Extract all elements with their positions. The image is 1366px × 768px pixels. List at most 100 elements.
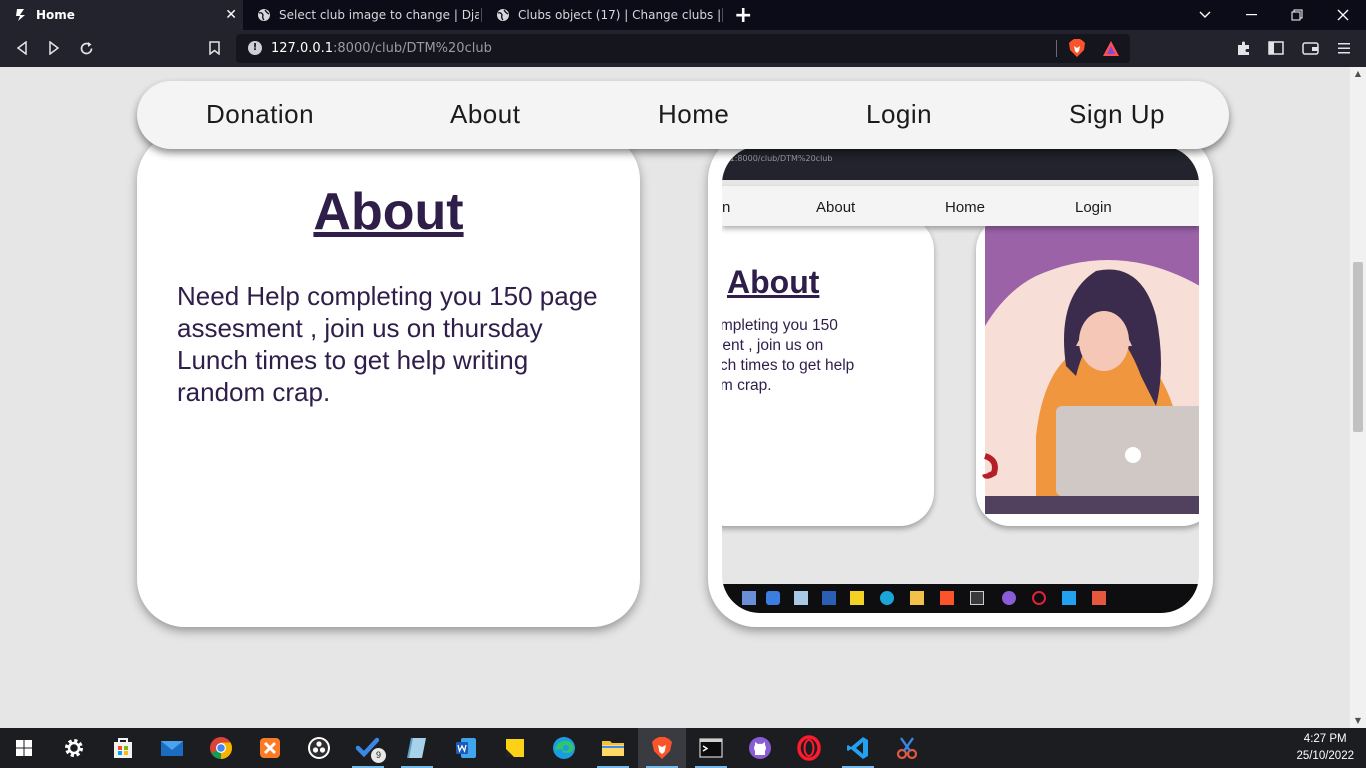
nav-about[interactable]: About <box>450 99 520 130</box>
browser-toolbar: ! 127.0.0.1:8000/club/DTM%20club <box>0 30 1366 67</box>
taskbar-sticky-notes[interactable] <box>491 728 539 768</box>
taskbar-settings[interactable] <box>50 728 98 768</box>
taskbar-word[interactable] <box>442 728 490 768</box>
system-clock[interactable]: 4:27 PM 25/10/2022 <box>1296 731 1354 765</box>
about-heading: About <box>313 183 464 241</box>
embedded-nav-item: About <box>816 199 856 216</box>
terminal-icon <box>699 738 723 758</box>
wallet-icon[interactable] <box>1300 38 1320 58</box>
web-page: Donation About Home Login Sign Up About … <box>0 67 1350 728</box>
windows-taskbar: 9 4:27 PM 25/10/2022 <box>0 728 1366 768</box>
embedded-taskbar-icon <box>970 591 984 605</box>
chrome-icon <box>210 737 232 759</box>
embedded-nav: n About Home Login <box>722 186 1199 226</box>
about-body: Need Help completing you 150 page assesm… <box>177 281 598 407</box>
close-tab-icon[interactable]: ✕ <box>225 7 237 23</box>
url-host: 127.0.0.1 <box>271 41 334 56</box>
taskbar-terminal[interactable] <box>687 728 735 768</box>
edge-icon <box>553 737 575 759</box>
embedded-taskbar <box>722 584 1199 613</box>
brave-rewards-icon[interactable] <box>1102 40 1120 57</box>
address-bar[interactable]: ! 127.0.0.1:8000/club/DTM%20club <box>236 34 1130 63</box>
tab-change-clubs[interactable]: Clubs object (17) | Change clubs | Djan <box>482 0 720 30</box>
taskbar-notes[interactable] <box>393 728 441 768</box>
store-icon <box>114 738 132 758</box>
url-path: :8000/club/DTM%20club <box>333 41 492 56</box>
embedded-taskbar-icon <box>1062 591 1076 605</box>
new-tab-button[interactable]: + <box>734 3 752 28</box>
nav-login[interactable]: Login <box>866 99 932 130</box>
tab-home[interactable]: Home ✕ <box>0 0 243 30</box>
windows-logo-icon <box>16 740 32 756</box>
opera-icon <box>797 735 821 761</box>
restore-window-button[interactable] <box>1274 0 1320 30</box>
scrollbar-thumb[interactable] <box>1353 262 1363 432</box>
sticky-notes-icon <box>506 739 524 757</box>
start-button[interactable] <box>0 728 48 768</box>
globe-icon <box>497 9 509 21</box>
embedded-url: 0.1:8000/club/DTM%20club <box>722 154 833 163</box>
extensions-icon[interactable] <box>1234 38 1254 58</box>
reload-icon[interactable] <box>76 38 96 58</box>
xampp-icon <box>260 738 280 758</box>
tab-title: Home <box>36 8 75 22</box>
scroll-down-arrow-icon[interactable]: ▼ <box>1350 714 1366 728</box>
embedded-taskbar-icon <box>910 591 924 605</box>
embedded-taskbar-icon <box>1092 591 1106 605</box>
nav-sign-up[interactable]: Sign Up <box>1069 99 1165 130</box>
nav-home[interactable]: Home <box>658 99 729 130</box>
sidebar-icon[interactable] <box>1266 38 1286 58</box>
taskbar-vscode[interactable] <box>834 728 882 768</box>
taskbar-obs[interactable] <box>295 728 343 768</box>
taskbar-store[interactable] <box>99 728 147 768</box>
embedded-body-line: ndom crap. <box>722 377 772 394</box>
obs-icon <box>308 737 330 759</box>
taskbar-mail[interactable] <box>148 728 196 768</box>
stressed-student-illustration <box>982 224 1199 514</box>
scroll-up-arrow-icon[interactable]: ▲ <box>1350 67 1366 81</box>
notes-icon <box>407 737 426 759</box>
taskbar-edge[interactable] <box>540 728 588 768</box>
bookmark-icon[interactable] <box>204 38 224 58</box>
forward-icon[interactable] <box>44 38 64 58</box>
tab-search-chevron-icon[interactable] <box>1182 0 1228 30</box>
taskbar-brave[interactable] <box>638 728 686 768</box>
site-info-icon[interactable]: ! <box>248 41 262 55</box>
embedded-about-body: › completing you 150 ssment , join us on… <box>722 316 924 396</box>
embedded-taskbar-icon <box>940 591 954 605</box>
taskbar-opera[interactable] <box>785 728 833 768</box>
club-image: 0.1:8000/club/DTM%20club n About Home Lo… <box>722 146 1199 613</box>
club-image-card: 0.1:8000/club/DTM%20club n About Home Lo… <box>708 132 1213 627</box>
brave-shields-icon[interactable] <box>1068 39 1086 58</box>
taskbar-github-desktop[interactable] <box>736 728 784 768</box>
site-nav: Donation About Home Login Sign Up <box>137 81 1229 149</box>
clock-time: 4:27 PM <box>1303 733 1347 745</box>
globe-icon <box>258 9 270 21</box>
taskbar-snipping-tool[interactable] <box>883 728 931 768</box>
menu-icon[interactable] <box>1334 38 1354 58</box>
vscode-icon <box>847 737 868 759</box>
back-icon[interactable] <box>12 38 32 58</box>
tab-select-club-image[interactable]: Select club image to change | Django <box>243 0 479 30</box>
embedded-browser-toolbar: 0.1:8000/club/DTM%20club <box>722 146 1199 180</box>
about-card: About Need Help completing you 150 page … <box>137 132 640 627</box>
taskbar-todo[interactable]: 9 <box>344 728 392 768</box>
embedded-taskbar-icon <box>822 591 836 605</box>
taskbar-file-explorer[interactable] <box>589 728 637 768</box>
nav-donation[interactable]: Donation <box>206 99 314 130</box>
page-scrollbar[interactable]: ▲ ▼ <box>1350 67 1366 728</box>
tab-separator <box>722 8 723 22</box>
embedded-body-line: Lunch times to get help <box>722 357 855 374</box>
embedded-taskbar-icon <box>794 591 808 605</box>
mail-icon <box>161 741 183 756</box>
taskbar-xampp[interactable] <box>246 728 294 768</box>
todo-badge: 9 <box>371 748 386 763</box>
tab-title: Clubs object (17) | Change clubs | Djan <box>518 8 720 22</box>
url-text: 127.0.0.1:8000/club/DTM%20club <box>271 41 492 56</box>
close-window-button[interactable] <box>1320 0 1366 30</box>
clock-date: 25/10/2022 <box>1296 750 1354 762</box>
minimize-window-button[interactable] <box>1228 0 1274 30</box>
django-favicon-icon <box>16 9 25 21</box>
browser-tab-strip: Home ✕ Select club image to change | Dja… <box>0 0 1366 30</box>
taskbar-chrome[interactable] <box>197 728 245 768</box>
